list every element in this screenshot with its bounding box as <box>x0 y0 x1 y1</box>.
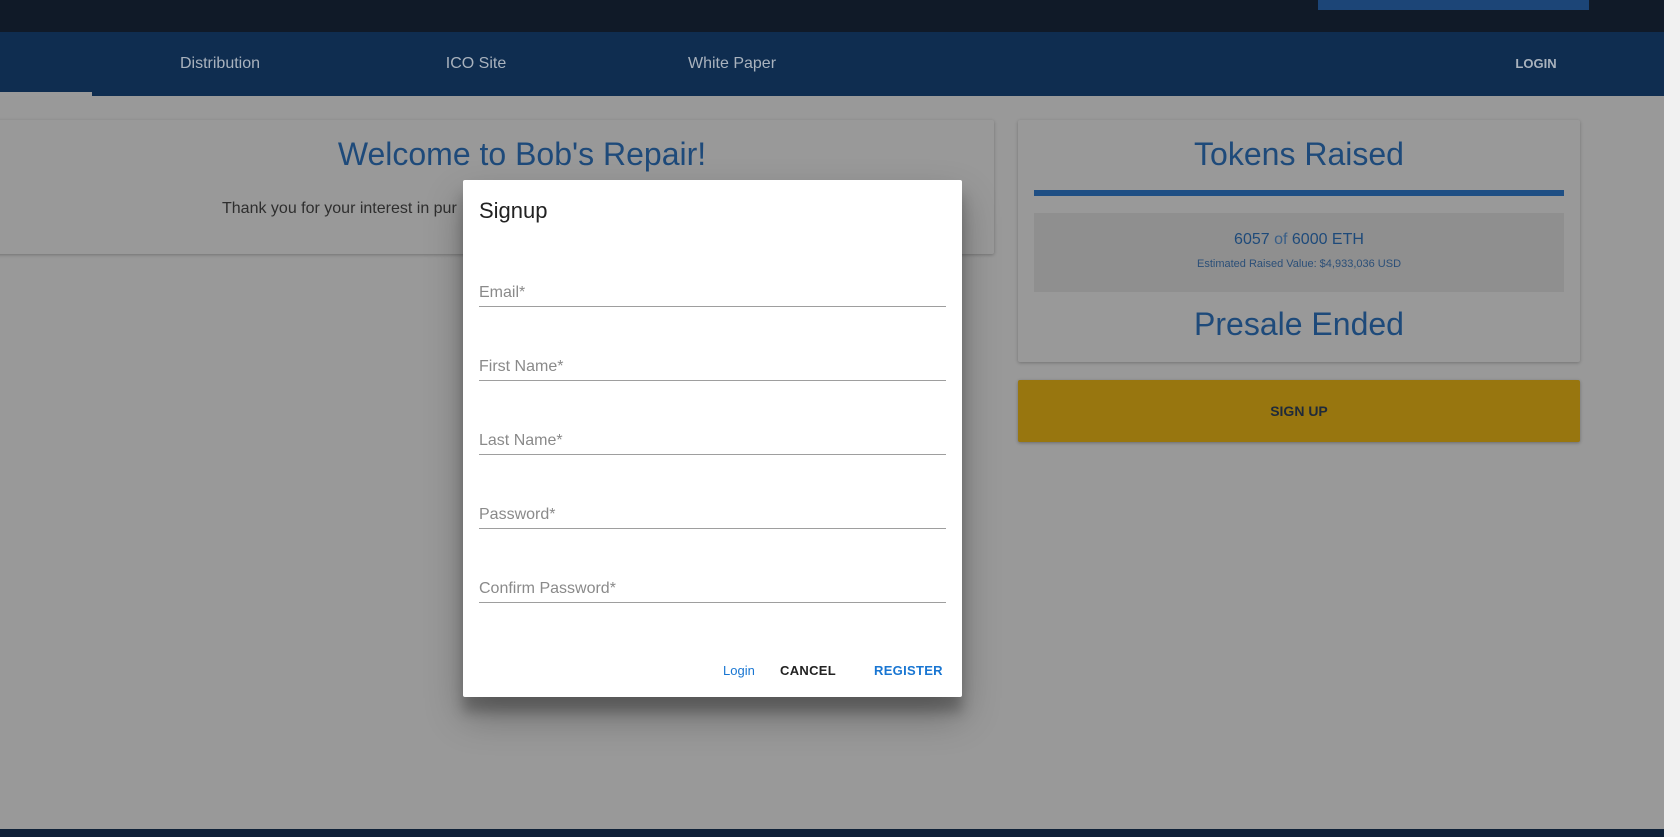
sign-up-button[interactable]: SIGN UP <box>1018 380 1580 442</box>
dialog-title: Signup <box>479 198 548 223</box>
confirm-password-field[interactable] <box>479 563 946 603</box>
progress-fill <box>1034 190 1564 196</box>
tokens-raised-card: Tokens Raised 6057 of 6000 ETH Estimated… <box>1018 120 1580 362</box>
of-label: of <box>1274 231 1288 248</box>
register-button[interactable]: REGISTER <box>874 663 943 678</box>
raised-amount: 6057 <box>1234 231 1270 248</box>
last-name-field[interactable] <box>479 415 946 455</box>
tokens-title: Tokens Raised <box>1194 136 1404 172</box>
nav-bar: Distribution ICO Site White Paper LOGIN <box>0 32 1664 96</box>
estimated-value: Estimated Raised Value: $4,933,036 USD <box>1196 258 1402 270</box>
password-field[interactable] <box>479 489 946 529</box>
presale-status: Presale Ended <box>1194 306 1404 342</box>
footer <box>0 829 1664 837</box>
email-input[interactable] <box>479 284 946 302</box>
last-name-input[interactable] <box>479 432 946 450</box>
nav-ico-site[interactable]: ICO Site <box>446 32 506 96</box>
signup-dialog: Signup Login CANCEL REGISTER <box>463 180 962 697</box>
confirm-password-input[interactable] <box>479 580 946 598</box>
password-input[interactable] <box>479 506 946 524</box>
nav-login[interactable]: LOGIN <box>1515 32 1556 96</box>
scrollbar[interactable] <box>1664 0 1680 837</box>
first-name-field[interactable] <box>479 341 946 381</box>
welcome-title: Welcome to Bob's Repair! <box>337 136 707 172</box>
nav-distribution[interactable]: Distribution <box>180 32 260 96</box>
goal-amount: 6000 ETH <box>1291 231 1364 248</box>
cancel-button[interactable]: CANCEL <box>780 663 836 678</box>
first-name-input[interactable] <box>479 358 946 376</box>
top-bar-button[interactable] <box>1318 0 1589 10</box>
welcome-text: Thank you for your interest in pur <box>222 200 457 217</box>
nav-white-paper[interactable]: White Paper <box>688 32 776 96</box>
login-link[interactable]: Login <box>723 663 755 678</box>
email-field[interactable] <box>479 267 946 307</box>
tokens-progress-bar <box>1034 190 1564 196</box>
active-tab-indicator <box>0 92 92 96</box>
raised-info: 6057 of 6000 ETH Estimated Raised Value:… <box>1034 213 1564 292</box>
top-bar <box>0 0 1664 32</box>
